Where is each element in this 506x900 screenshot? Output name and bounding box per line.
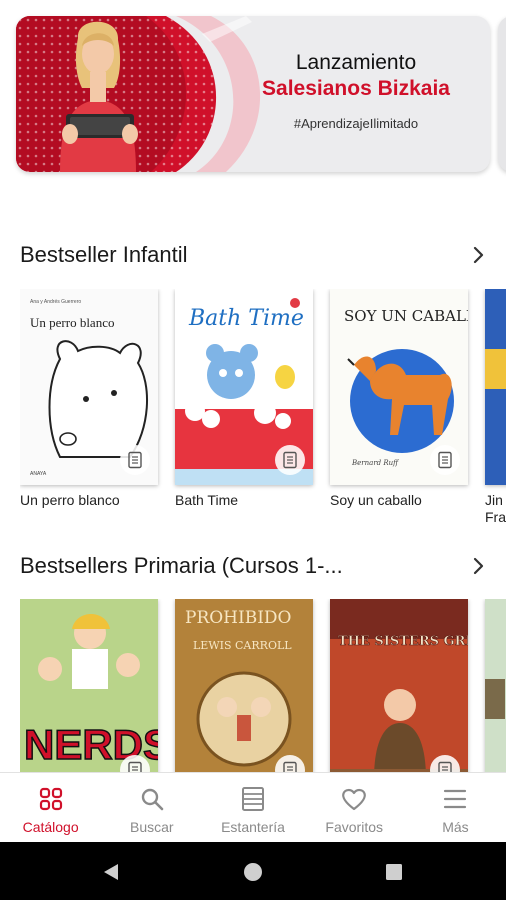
- book-cover[interactable]: Bath Time: [175, 289, 313, 485]
- ebook-badge: [120, 445, 150, 475]
- heart-icon: [342, 788, 367, 811]
- book-card[interactable]: THE SISTERS GRIMM: [330, 599, 468, 772]
- recents-icon[interactable]: [383, 861, 405, 883]
- chevron-right-icon[interactable]: [466, 554, 490, 578]
- book-cover[interactable]: [485, 289, 506, 485]
- book-title[interactable]: Jin Fra: [485, 492, 506, 526]
- book-title[interactable]: Soy un caballo: [330, 492, 468, 509]
- cover-art: PROHIBIDO LEWIS CARROLL: [175, 599, 313, 772]
- ebook-icon: [128, 451, 142, 469]
- android-system-bar: [0, 842, 506, 900]
- chevron-right-icon[interactable]: [466, 243, 490, 267]
- book-card[interactable]: PROHIBIDO LEWIS CARROLL: [175, 599, 313, 772]
- banner-carousel[interactable]: Lanzamiento Salesianos Bizkaia #Aprendiz…: [0, 0, 506, 200]
- banner-text: Lanzamiento Salesianos Bizkaia #Aprendiz…: [234, 50, 478, 131]
- cover-publisher: ANAYA: [30, 471, 47, 477]
- banner-title: Lanzamiento: [295, 51, 417, 74]
- nav-favoritos[interactable]: Favoritos: [304, 773, 405, 842]
- book-card[interactable]: SOY UN CABALLO Bernard Ruff Soy un cabal…: [330, 289, 468, 509]
- book-cover[interactable]: SOY UN CABALLO Bernard Ruff: [330, 289, 468, 485]
- book-title[interactable]: Bath Time: [175, 492, 313, 509]
- nav-estanteria[interactable]: Estantería: [202, 773, 303, 842]
- cover-title: PROHIBIDO: [185, 608, 292, 628]
- nav-mas[interactable]: Más: [405, 773, 506, 842]
- menu-icon: [444, 789, 467, 809]
- search-icon: [141, 788, 164, 811]
- bottom-navigation: Catálogo Buscar Estantería Favoritos Más: [0, 772, 506, 842]
- book-card[interactable]: Ana y Andrés Guerrero Un perro blanco AN…: [20, 289, 158, 509]
- shelf-icon: [242, 787, 264, 811]
- book-row-bestsellers-primaria[interactable]: NERDS PROHIBIDO LEWIS CARROLL THE SISTER…: [20, 599, 506, 772]
- ebook-icon: [438, 761, 452, 772]
- banner-subtitle: Salesianos Bizkaia: [262, 77, 450, 100]
- home-icon[interactable]: [242, 861, 264, 883]
- ebook-badge: [430, 445, 460, 475]
- cover-title: SOY UN CABALLO: [344, 307, 468, 325]
- cover-art: THE SISTERS GRIMM: [330, 599, 468, 772]
- book-card[interactable]: NERDS: [20, 599, 158, 772]
- cover-title: THE SISTERS GRIMM: [338, 634, 468, 649]
- book-cover[interactable]: [485, 599, 506, 772]
- book-cover[interactable]: NERDS: [20, 599, 158, 772]
- cover-art: [485, 599, 506, 772]
- cover-title: Bath Time: [188, 306, 304, 331]
- ebook-icon: [128, 761, 142, 772]
- book-cover[interactable]: THE SISTERS GRIMM: [330, 599, 468, 772]
- nav-label: Estantería: [221, 819, 285, 835]
- cover-title: Un perro blanco: [30, 315, 114, 330]
- book-card[interactable]: [485, 599, 506, 772]
- cover-art: NERDS: [20, 599, 158, 772]
- ebook-icon: [283, 451, 297, 469]
- book-cover[interactable]: PROHIBIDO LEWIS CARROLL: [175, 599, 313, 772]
- book-title[interactable]: Un perro blanco: [20, 492, 158, 509]
- nav-label: Favoritos: [325, 819, 383, 835]
- next-banner-peek[interactable]: [498, 16, 506, 172]
- nav-label: Buscar: [130, 819, 174, 835]
- cover-art: [485, 289, 506, 485]
- nav-label: Más: [442, 819, 469, 835]
- banner-illustration: [16, 16, 266, 172]
- svg-text:Bernard Ruff: Bernard Ruff: [351, 459, 399, 467]
- banner-hashtag: #AprendizajeIlimitado: [293, 116, 419, 131]
- ebook-icon: [283, 761, 297, 772]
- back-icon[interactable]: [100, 861, 122, 883]
- promo-banner[interactable]: Lanzamiento Salesianos Bizkaia #Aprendiz…: [16, 16, 490, 172]
- ebook-icon: [438, 451, 452, 469]
- book-card[interactable]: Bath Time Bath Time: [175, 289, 313, 509]
- book-cover[interactable]: Ana y Andrés Guerrero Un perro blanco AN…: [20, 289, 158, 485]
- nav-label: Catálogo: [22, 819, 79, 835]
- section-header-bestsellers-primaria[interactable]: Bestsellers Primaria (Cursos 1-...: [20, 551, 490, 581]
- grid-icon: [39, 787, 62, 811]
- cover-author: Ana y Andrés Guerrero: [30, 299, 81, 305]
- book-row-bestseller-infantil[interactable]: Ana y Andrés Guerrero Un perro blanco AN…: [20, 289, 506, 529]
- section-title: Bestseller Infantil: [20, 242, 188, 267]
- ebook-badge: [275, 445, 305, 475]
- nav-buscar[interactable]: Buscar: [101, 773, 202, 842]
- cover-subtitle: LEWIS CARROLL: [193, 639, 292, 652]
- book-card[interactable]: Jin Fra: [485, 289, 506, 526]
- section-title: Bestsellers Primaria (Cursos 1-...: [20, 553, 343, 578]
- section-header-bestseller-infantil[interactable]: Bestseller Infantil: [20, 240, 490, 270]
- nav-catalogo[interactable]: Catálogo: [0, 773, 101, 842]
